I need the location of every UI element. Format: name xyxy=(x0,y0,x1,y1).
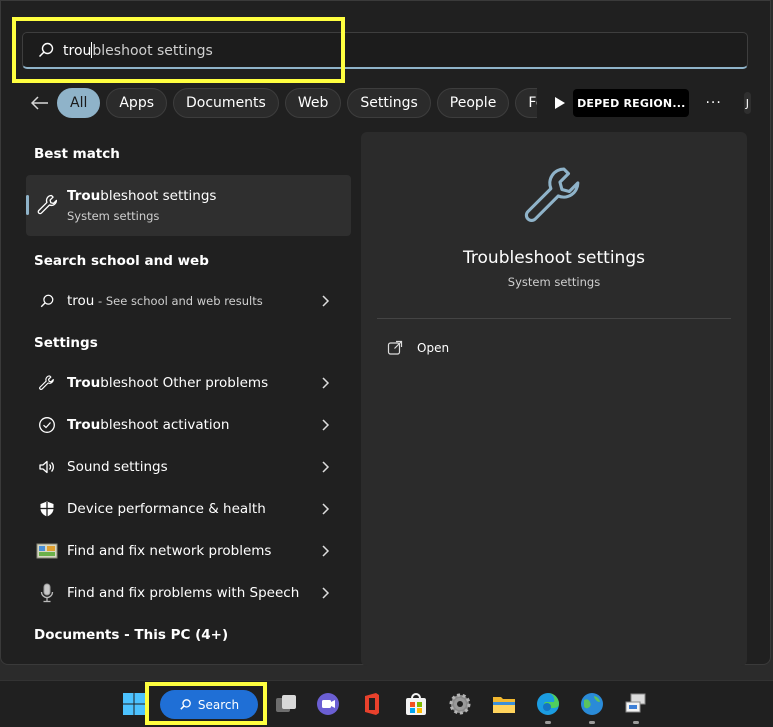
avatar[interactable]: J xyxy=(743,92,751,114)
open-action[interactable]: Open xyxy=(387,340,449,356)
preview-title: Troubleshoot settings xyxy=(463,248,645,268)
wrench-icon xyxy=(39,375,54,391)
filter-apps[interactable]: Apps xyxy=(106,88,168,118)
section-search-web: Search school and web xyxy=(34,253,209,269)
taskbar-search-label: Search xyxy=(197,697,240,712)
microphone-icon xyxy=(40,583,54,603)
web-result-query: trou xyxy=(67,293,95,309)
result-rest: Find and fix problems with Speech xyxy=(67,585,300,601)
check-circle-icon xyxy=(39,417,55,433)
search-icon xyxy=(40,294,54,308)
chevron-right-icon xyxy=(322,545,330,557)
search-input[interactable]: troubleshoot settings xyxy=(22,32,748,69)
remote-desktop-icon[interactable] xyxy=(622,690,650,718)
network-troubleshooter-icon xyxy=(36,543,58,559)
settings-gear-icon[interactable] xyxy=(446,690,474,718)
best-match-title: Troubleshoot settings xyxy=(67,188,216,204)
filter-web[interactable]: Web xyxy=(284,88,342,118)
settings-result-label: Device performance & health xyxy=(67,501,319,517)
selection-indicator xyxy=(26,195,29,215)
office-icon[interactable] xyxy=(358,690,386,718)
start-search-panel: troubleshoot settings All Apps Documents… xyxy=(0,0,771,666)
play-icon xyxy=(555,97,566,109)
scroll-filters-button[interactable] xyxy=(555,92,566,114)
search-icon xyxy=(38,42,54,58)
search-text: troubleshoot settings xyxy=(63,41,213,59)
best-match-item[interactable]: Troubleshoot settings System settings xyxy=(26,175,351,236)
settings-result-device-performance[interactable]: Device performance & health xyxy=(26,489,351,529)
result-rest: Sound settings xyxy=(67,459,168,475)
section-documents[interactable]: Documents - This PC (4+) xyxy=(34,627,228,643)
file-explorer-icon[interactable] xyxy=(490,690,518,718)
search-icon xyxy=(180,699,191,710)
arrow-left-icon xyxy=(31,96,48,110)
section-settings: Settings xyxy=(34,335,98,351)
result-rest: bleshoot Other problems xyxy=(100,375,269,391)
taskbar: Search xyxy=(0,680,773,727)
edge-icon[interactable] xyxy=(534,690,562,718)
chevron-right-icon xyxy=(322,419,330,431)
best-match-title-bold: Trou xyxy=(67,188,101,204)
result-bold: Trou xyxy=(67,375,101,391)
chevron-right-icon xyxy=(322,377,330,389)
filter-people[interactable]: People xyxy=(436,88,510,118)
open-label: Open xyxy=(417,341,450,355)
web-search-result[interactable]: trou - See school and web results xyxy=(26,281,351,321)
chevron-right-icon xyxy=(322,295,330,307)
open-external-icon xyxy=(387,340,403,355)
more-options-button[interactable]: ··· xyxy=(705,95,721,111)
chevron-right-icon xyxy=(322,461,330,473)
web-result-label: trou - See school and web results xyxy=(67,293,319,309)
settings-result-label: Troubleshoot activation xyxy=(67,417,319,433)
running-indicator xyxy=(589,721,595,724)
taskbar-search-button[interactable]: Search xyxy=(160,690,258,719)
running-indicator xyxy=(545,721,551,724)
task-view-icon[interactable] xyxy=(272,690,300,718)
search-autocomplete-text: bleshoot settings xyxy=(92,42,213,59)
result-rest: Device performance & health xyxy=(67,501,266,517)
settings-result-speech-problems[interactable]: Find and fix problems with Speech xyxy=(26,573,351,613)
section-best-match: Best match xyxy=(34,146,120,162)
settings-result-troubleshoot-activation[interactable]: Troubleshoot activation xyxy=(26,405,351,445)
network-globe-icon[interactable] xyxy=(578,690,606,718)
settings-result-label: Find and fix network problems xyxy=(67,543,319,559)
running-indicator xyxy=(633,721,639,724)
wrench-icon xyxy=(37,194,58,215)
search-typed-text: trou xyxy=(63,42,92,59)
back-button[interactable] xyxy=(31,89,49,117)
settings-result-troubleshoot-other[interactable]: Troubleshoot Other problems xyxy=(26,363,351,403)
settings-result-sound[interactable]: Sound settings xyxy=(26,447,351,487)
preview-divider xyxy=(377,318,731,319)
preview-subtitle: System settings xyxy=(507,275,601,289)
filter-folders[interactable]: Folders xyxy=(515,88,538,118)
filter-documents[interactable]: Documents xyxy=(173,88,279,118)
result-rest: bleshoot activation xyxy=(100,417,230,433)
settings-result-network-problems[interactable]: Find and fix network problems xyxy=(26,531,351,571)
filter-all[interactable]: All xyxy=(57,88,101,118)
teams-chat-icon[interactable] xyxy=(314,690,342,718)
web-result-suffix: - See school and web results xyxy=(94,294,263,308)
wrench-icon xyxy=(524,167,580,223)
chevron-right-icon xyxy=(322,587,330,599)
settings-result-label: Troubleshoot Other problems xyxy=(67,375,319,391)
start-icon[interactable] xyxy=(120,690,148,718)
result-bold: Trou xyxy=(67,417,101,433)
best-match-subtitle: System settings xyxy=(67,209,160,223)
settings-result-label: Find and fix problems with Speech xyxy=(67,585,319,601)
filter-settings[interactable]: Settings xyxy=(347,88,431,118)
chevron-right-icon xyxy=(322,503,330,515)
result-rest: Find and fix network problems xyxy=(67,543,272,559)
store-icon[interactable] xyxy=(402,690,430,718)
shield-icon xyxy=(40,501,54,517)
speaker-icon xyxy=(39,460,54,474)
settings-result-label: Sound settings xyxy=(67,459,319,475)
organization-badge[interactable]: DEPED REGION... xyxy=(573,89,690,117)
filter-bar: All Apps Documents Web Settings People F… xyxy=(31,87,751,119)
best-match-title-rest: bleshoot settings xyxy=(100,188,217,204)
preview-pane: Troubleshoot settings System settings Op… xyxy=(361,132,747,666)
